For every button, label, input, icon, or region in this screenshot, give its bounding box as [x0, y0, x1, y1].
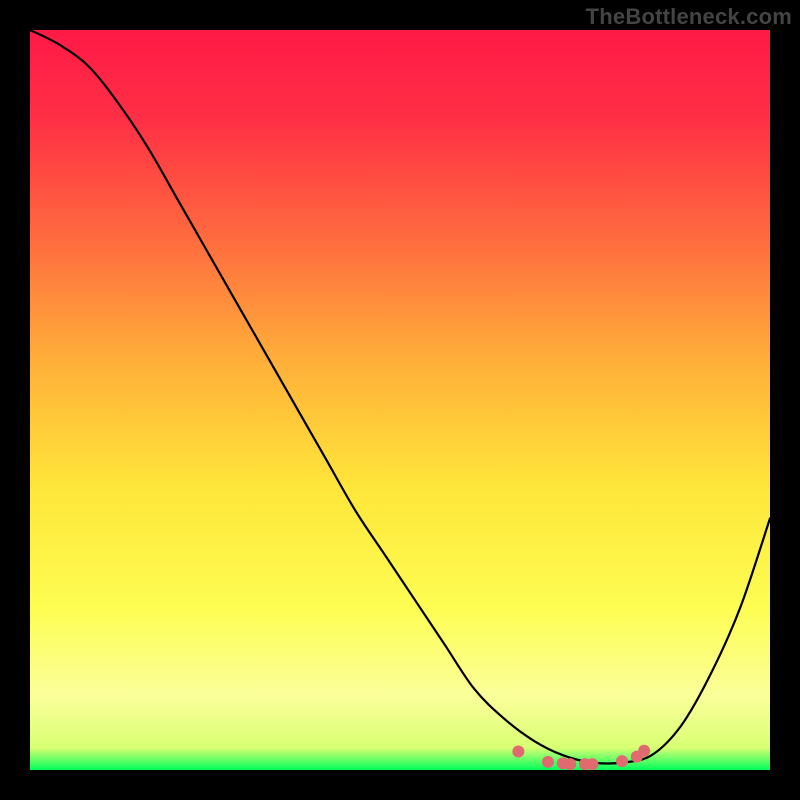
bottleneck-chart [0, 0, 800, 800]
optimal-range-marker [564, 758, 576, 770]
optimal-range-marker [638, 745, 650, 757]
chart-container: TheBottleneck.com [0, 0, 800, 800]
optimal-range-marker [586, 758, 598, 770]
optimal-range-marker [512, 746, 524, 758]
optimal-range-marker [542, 756, 554, 768]
chart-background-gradient [30, 30, 770, 770]
watermark-text: TheBottleneck.com [586, 4, 792, 30]
optimal-range-marker [616, 755, 628, 767]
